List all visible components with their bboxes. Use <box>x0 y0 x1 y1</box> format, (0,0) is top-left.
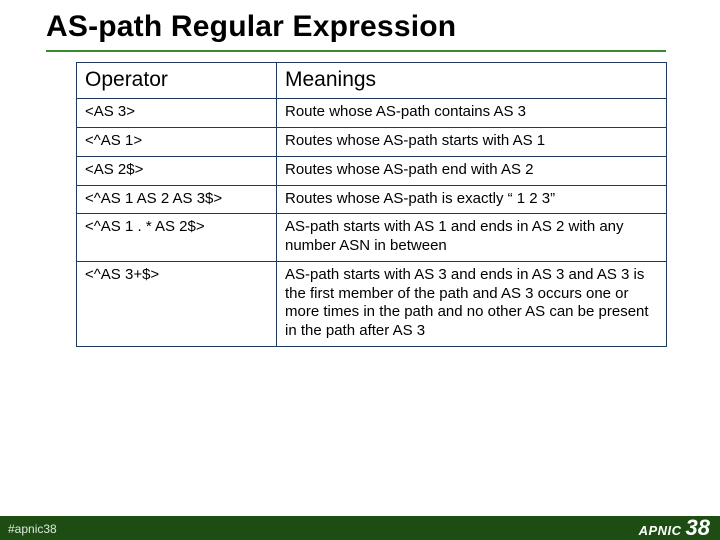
cell-operator: <AS 3> <box>77 99 277 128</box>
cell-meaning: Routes whose AS-path is exactly “ 1 2 3” <box>277 185 667 214</box>
slide: AS-path Regular Expression Operator Mean… <box>0 0 720 540</box>
table-row: <^AS 1 AS 2 AS 3$> Routes whose AS-path … <box>77 185 667 214</box>
table-row: <AS 3> Route whose AS-path contains AS 3 <box>77 99 667 128</box>
cell-meaning: Routes whose AS-path starts with AS 1 <box>277 128 667 157</box>
cell-meaning: Routes whose AS-path end with AS 2 <box>277 156 667 185</box>
col-meanings: Meanings <box>277 63 667 99</box>
cell-operator: <^AS 1> <box>77 128 277 157</box>
page-title: AS-path Regular Expression <box>46 10 456 44</box>
cell-operator: <^AS 1 AS 2 AS 3$> <box>77 185 277 214</box>
brand-number: 38 <box>686 517 710 539</box>
title-underline <box>46 50 666 52</box>
footer-bar: #apnic38 APNIC 38 <box>0 516 720 540</box>
col-operator: Operator <box>77 63 277 99</box>
cell-meaning: AS-path starts with AS 3 and ends in AS … <box>277 261 667 346</box>
cell-operator: <AS 2$> <box>77 156 277 185</box>
cell-operator: <^AS 1 . * AS 2$> <box>77 214 277 262</box>
hashtag: #apnic38 <box>8 522 57 536</box>
table-row: <^AS 3+$> AS-path starts with AS 3 and e… <box>77 261 667 346</box>
table-row: <^AS 1 . * AS 2$> AS-path starts with AS… <box>77 214 667 262</box>
table-row: <AS 2$> Routes whose AS-path end with AS… <box>77 156 667 185</box>
cell-operator: <^AS 3+$> <box>77 261 277 346</box>
table-header-row: Operator Meanings <box>77 63 667 99</box>
brand-text: APNIC <box>639 523 682 538</box>
cell-meaning: AS-path starts with AS 1 and ends in AS … <box>277 214 667 262</box>
operator-table: Operator Meanings <AS 3> Route whose AS-… <box>76 62 667 347</box>
table-row: <^AS 1> Routes whose AS-path starts with… <box>77 128 667 157</box>
cell-meaning: Route whose AS-path contains AS 3 <box>277 99 667 128</box>
brand-block: APNIC 38 <box>639 517 710 539</box>
